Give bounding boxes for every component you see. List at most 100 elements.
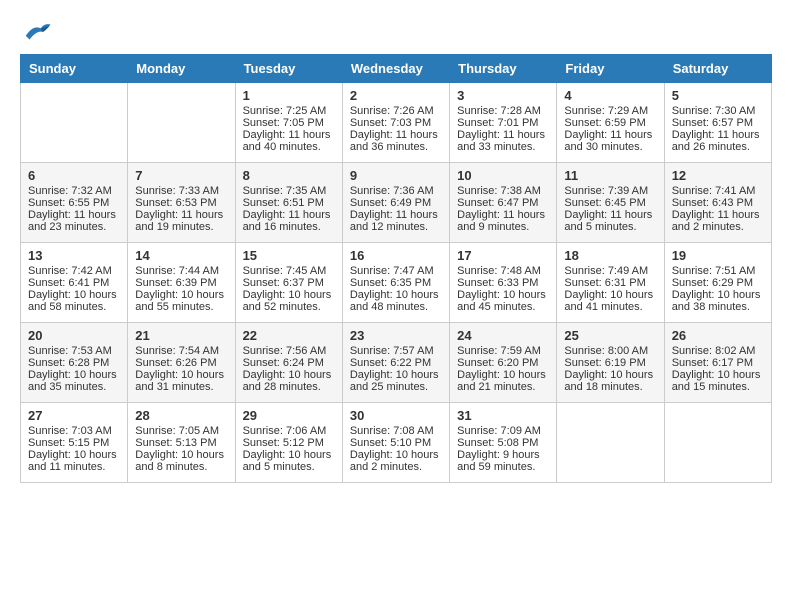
day-info: Sunrise: 7:35 AM: [243, 185, 335, 197]
calendar-cell: 2 Sunrise: 7:26 AMSunset: 7:03 PMDaylight…: [342, 83, 449, 163]
day-info: Sunset: 6:41 PM: [28, 277, 120, 289]
logo: [20, 20, 52, 44]
day-info: Daylight: 9 hours and 59 minutes.: [457, 449, 549, 473]
day-info: Sunset: 6:22 PM: [350, 357, 442, 369]
day-number: 5: [672, 88, 764, 103]
day-info: Sunrise: 7:26 AM: [350, 105, 442, 117]
day-info: Sunset: 7:05 PM: [243, 117, 335, 129]
calendar-cell: 1Sunrise: 7:25 AMSunset: 7:05 PMDaylight…: [235, 83, 342, 163]
day-number: 11: [564, 168, 656, 183]
day-number: 22: [243, 328, 335, 343]
calendar-cell: 18Sunrise: 7:49 AMSunset: 6:31 PMDayligh…: [557, 243, 664, 323]
weekday-header-monday: Monday: [128, 55, 235, 83]
day-info: Sunrise: 7:08 AM: [350, 425, 442, 437]
calendar-week-row: 1 Sunrise: 7:25 AMSunset: 7:05 PM Daylight…: [21, 83, 772, 163]
day-info: Daylight: 11 hours and 33 minutes.: [457, 129, 549, 153]
day-info: Daylight: 10 hours and 28 minutes.: [243, 369, 335, 393]
day-info: Sunrise: 7:39 AM: [564, 185, 656, 197]
calendar-cell: 19Sunrise: 7:51 AMSunset: 6:29 PMDayligh…: [664, 243, 771, 323]
calendar-cell: 17Sunrise: 7:48 AMSunset: 6:33 PMDayligh…: [450, 243, 557, 323]
day-info: Sunset: 6:55 PM: [28, 197, 120, 209]
day-number: 13: [28, 248, 120, 263]
weekday-header-thursday: Thursday: [450, 55, 557, 83]
calendar-cell: 12Sunrise: 7:41 AMSunset: 6:43 PMDayligh…: [664, 163, 771, 243]
day-info: Sunrise: 7:28 AM: [457, 105, 549, 117]
calendar-cell: [21, 83, 128, 163]
calendar-cell: 6Sunrise: 7:32 AMSunset: 6:55 PMDaylight…: [21, 163, 128, 243]
calendar-cell: 11Sunrise: 7:39 AMSunset: 6:45 PMDayligh…: [557, 163, 664, 243]
calendar-cell: 13Sunrise: 7:42 AMSunset: 6:41 PMDayligh…: [21, 243, 128, 323]
day-info: Daylight: 10 hours and 31 minutes.: [135, 369, 227, 393]
day-info: Sunrise: 7:06 AM: [243, 425, 335, 437]
weekday-header-row: SundayMondayTuesdayWednesdayThursdayFrid…: [21, 55, 772, 83]
day-number: 2: [350, 88, 442, 103]
day-info: Sunset: 5:12 PM: [243, 437, 335, 449]
day-number: 4: [564, 88, 656, 103]
day-info: Daylight: 10 hours and 11 minutes.: [28, 449, 120, 473]
calendar-cell: 24Sunrise: 7:59 AMSunset: 6:20 PMDayligh…: [450, 323, 557, 403]
calendar-cell: 21Sunrise: 7:54 AMSunset: 6:26 PMDayligh…: [128, 323, 235, 403]
day-info: Sunset: 6:26 PM: [135, 357, 227, 369]
calendar-cell: 29Sunrise: 7:06 AMSunset: 5:12 PMDayligh…: [235, 403, 342, 483]
day-info: Daylight: 10 hours and 38 minutes.: [672, 289, 764, 313]
day-info: Daylight: 11 hours and 16 minutes.: [243, 209, 335, 233]
day-info: Daylight: 10 hours and 18 minutes.: [564, 369, 656, 393]
weekday-header-friday: Friday: [557, 55, 664, 83]
weekday-header-sunday: Sunday: [21, 55, 128, 83]
day-info: Sunset: 6:37 PM: [243, 277, 335, 289]
day-number: 28: [135, 408, 227, 423]
day-number: 17: [457, 248, 549, 263]
page-header: [20, 20, 772, 44]
calendar-cell: 22Sunrise: 7:56 AMSunset: 6:24 PMDayligh…: [235, 323, 342, 403]
day-info: Sunset: 6:59 PM: [564, 117, 656, 129]
calendar-cell: 16Sunrise: 7:47 AMSunset: 6:35 PMDayligh…: [342, 243, 449, 323]
day-info: Sunrise: 7:41 AM: [672, 185, 764, 197]
calendar-cell: 27Sunrise: 7:03 AMSunset: 5:15 PMDayligh…: [21, 403, 128, 483]
calendar-week-row: 6 Sunrise: 7:32 AMSunset: 6:55 PM Daylight…: [21, 163, 772, 243]
day-number: 14: [135, 248, 227, 263]
day-info: Sunrise: 7:32 AM: [28, 185, 120, 197]
day-info: Sunrise: 7:47 AM: [350, 265, 442, 277]
calendar-cell: 10Sunrise: 7:38 AMSunset: 6:47 PMDayligh…: [450, 163, 557, 243]
logo-bird-icon: [22, 20, 52, 44]
day-info: Daylight: 10 hours and 48 minutes.: [350, 289, 442, 313]
calendar-cell: [664, 403, 771, 483]
day-info: Sunset: 6:45 PM: [564, 197, 656, 209]
day-info: Daylight: 11 hours and 36 minutes.: [350, 129, 442, 153]
day-number: 30: [350, 408, 442, 423]
calendar-week-row: 27Sunrise: 7:03 AMSunset: 5:15 PMDayligh…: [21, 403, 772, 483]
day-number: 6: [28, 168, 120, 183]
day-info: Sunrise: 7:59 AM: [457, 345, 549, 357]
day-info: Daylight: 11 hours and 30 minutes.: [564, 129, 656, 153]
day-info: Sunrise: 7:42 AM: [28, 265, 120, 277]
day-info: Sunrise: 7:57 AM: [350, 345, 442, 357]
calendar-cell: 8Sunrise: 7:35 AMSunset: 6:51 PMDaylight…: [235, 163, 342, 243]
day-info: Sunrise: 7:44 AM: [135, 265, 227, 277]
day-number: 1: [243, 88, 335, 103]
day-info: Sunrise: 7:49 AM: [564, 265, 656, 277]
day-info: Sunset: 6:29 PM: [672, 277, 764, 289]
day-info: Sunset: 6:24 PM: [243, 357, 335, 369]
day-info: Sunset: 6:17 PM: [672, 357, 764, 369]
calendar-week-row: 13 Sunrise: 7:42 AMSunset: 6:41 PM Dayligh…: [21, 243, 772, 323]
day-info: Sunrise: 8:00 AM: [564, 345, 656, 357]
day-info: Sunset: 6:51 PM: [243, 197, 335, 209]
day-info: Daylight: 10 hours and 55 minutes.: [135, 289, 227, 313]
day-info: Daylight: 11 hours and 19 minutes.: [135, 209, 227, 233]
calendar-cell: 14Sunrise: 7:44 AMSunset: 6:39 PMDayligh…: [128, 243, 235, 323]
day-number: 24: [457, 328, 549, 343]
calendar-week-row: 20Sunrise: 7:53 AMSunset: 6:28 PMDayligh…: [21, 323, 772, 403]
day-number: 25: [564, 328, 656, 343]
calendar-cell: 30Sunrise: 7:08 AMSunset: 5:10 PMDayligh…: [342, 403, 449, 483]
calendar-cell: 9Sunrise: 7:36 AMSunset: 6:49 PMDaylight…: [342, 163, 449, 243]
calendar-cell: 31Sunrise: 7:09 AMSunset: 5:08 PMDayligh…: [450, 403, 557, 483]
calendar-cell: 3Sunrise: 7:28 AMSunset: 7:01 PMDaylight…: [450, 83, 557, 163]
day-number: 29: [243, 408, 335, 423]
day-info: Sunset: 7:03 PM: [350, 117, 442, 129]
day-info: Sunset: 7:01 PM: [457, 117, 549, 129]
day-info: Daylight: 10 hours and 41 minutes.: [564, 289, 656, 313]
day-number: 10: [457, 168, 549, 183]
day-info: Sunrise: 7:09 AM: [457, 425, 549, 437]
day-info: Sunrise: 7:25 AM: [243, 105, 335, 117]
day-info: Daylight: 10 hours and 45 minutes.: [457, 289, 549, 313]
